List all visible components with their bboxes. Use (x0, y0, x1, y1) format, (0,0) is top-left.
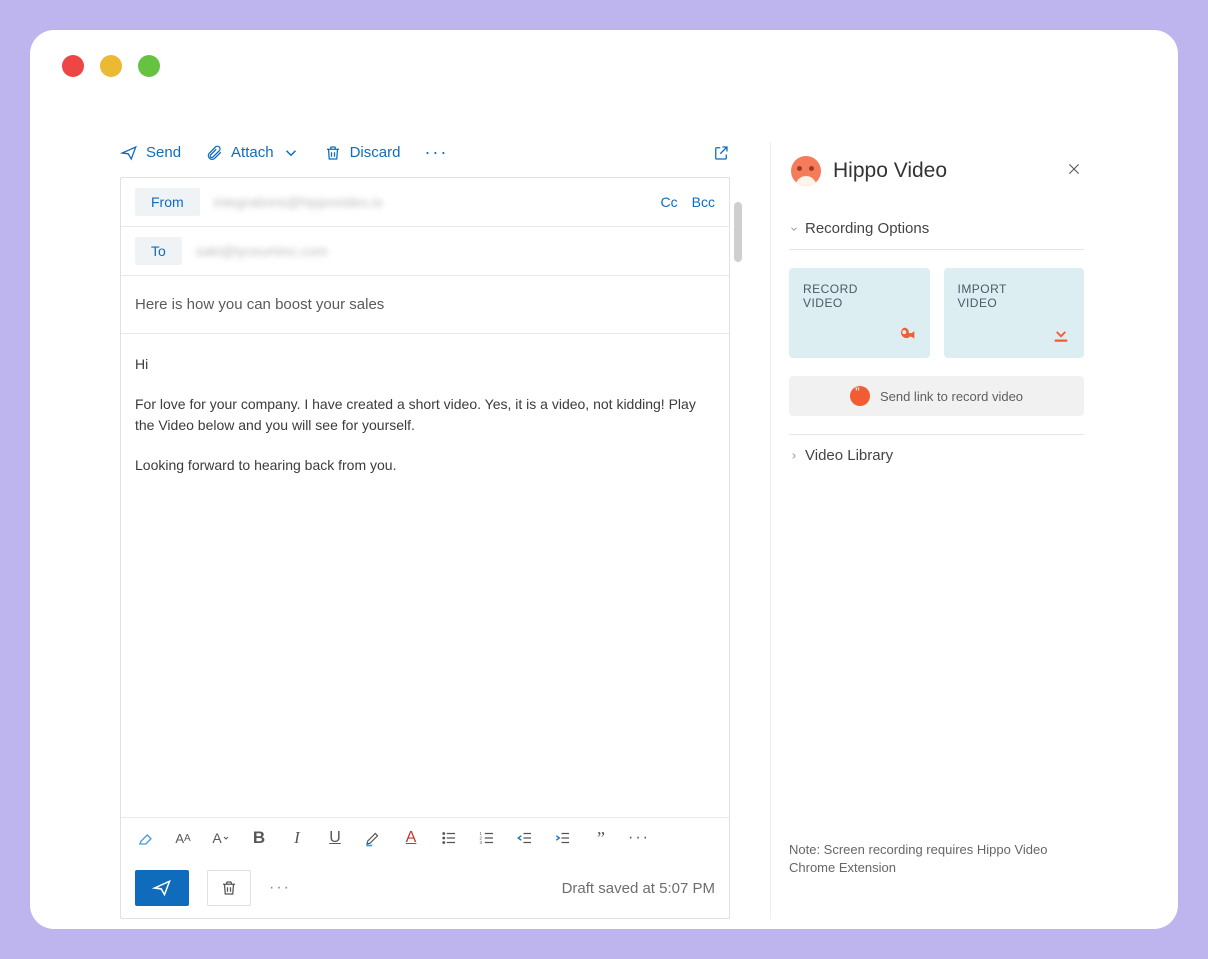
popout-icon (712, 144, 730, 162)
sidepanel-header: Hippo Video (771, 142, 1102, 212)
sidepanel-title: Hippo Video (833, 159, 947, 183)
compose-toolbar: Send Attach Discard ··· (120, 142, 730, 177)
to-chip[interactable]: To (135, 237, 182, 265)
app-window: Send Attach Discard ··· (30, 30, 1178, 929)
body-line: Looking forward to hearing back from you… (135, 455, 715, 477)
compose-footer: ··· Draft saved at 5:07 PM (121, 858, 729, 918)
from-value: integrations@hippovideo.io (214, 194, 383, 210)
body-line: Hi (135, 354, 715, 376)
attach-label: Attach (231, 144, 274, 161)
titlebar (30, 30, 1178, 102)
maximize-window-icon[interactable] (138, 55, 160, 77)
paperclip-icon (205, 144, 223, 162)
chevron-down-icon (789, 224, 799, 234)
body-editor[interactable]: Hi For love for your company. I have cre… (121, 334, 729, 817)
discard-label: Discard (350, 144, 401, 161)
recording-options-label: Recording Options (805, 220, 929, 237)
close-icon (1066, 161, 1082, 177)
close-panel-button[interactable] (1066, 161, 1082, 182)
bullet-list-icon[interactable] (439, 828, 459, 848)
import-video-l2: VIDEO (958, 296, 1071, 310)
send-link-label: Send link to record video (880, 389, 1023, 404)
number-list-icon[interactable]: 123 (477, 828, 497, 848)
recording-options-header[interactable]: Recording Options (789, 212, 1084, 250)
import-video-tile[interactable]: IMPORT VIDEO (944, 268, 1085, 358)
close-window-icon[interactable] (62, 55, 84, 77)
chat-bubble-icon (850, 386, 870, 406)
download-icon (1050, 323, 1072, 348)
font-style-icon[interactable]: A (211, 828, 231, 848)
attach-button[interactable]: Attach (205, 144, 300, 162)
send-primary-button[interactable] (135, 870, 189, 906)
format-more-icon[interactable]: ··· (629, 828, 649, 848)
send-link-button[interactable]: Send link to record video (789, 376, 1084, 416)
font-color-icon[interactable]: A (401, 828, 421, 848)
record-video-tile[interactable]: RECORD VIDEO (789, 268, 930, 358)
font-size-icon[interactable]: AA (173, 828, 193, 848)
content-area: Send Attach Discard ··· (120, 142, 1118, 919)
more-button[interactable]: ··· (424, 142, 448, 163)
video-library-label: Video Library (805, 447, 893, 464)
underline-icon[interactable]: U (325, 828, 345, 848)
recording-options-section: Recording Options RECORD VIDEO IMPORT VI… (771, 212, 1102, 476)
trash-icon (324, 144, 342, 162)
hippo-logo-icon (791, 156, 821, 186)
trash-icon (220, 879, 238, 897)
video-library-header[interactable]: Video Library (789, 434, 1084, 476)
import-video-l1: IMPORT (958, 282, 1071, 296)
highlight-icon[interactable] (363, 828, 383, 848)
hippo-video-panel: Hippo Video Recording Options RECORD VID… (770, 142, 1102, 919)
to-value[interactable]: saki@lyceuminc.com (196, 243, 328, 259)
bcc-button[interactable]: Bcc (692, 194, 715, 210)
body-line: For love for your company. I have create… (135, 394, 715, 437)
record-video-l1: RECORD (803, 282, 916, 296)
send-icon (120, 144, 138, 162)
compose-card: From integrations@hippovideo.io Cc Bcc T… (120, 177, 730, 919)
indent-icon[interactable] (553, 828, 573, 848)
quote-icon[interactable]: ” (591, 828, 611, 848)
record-video-l2: VIDEO (803, 296, 916, 310)
to-row: To saki@lyceuminc.com (121, 227, 729, 276)
from-chip[interactable]: From (135, 188, 200, 216)
scrollbar[interactable] (734, 202, 742, 262)
discard-button[interactable]: Discard (324, 144, 401, 162)
format-toolbar: AA A B I U A 123 ” ··· (121, 817, 729, 858)
send-label: Send (146, 144, 181, 161)
subject-field[interactable]: Here is how you can boost your sales (121, 276, 729, 334)
draft-status: Draft saved at 5:07 PM (562, 880, 715, 897)
compose-pane: Send Attach Discard ··· (120, 142, 730, 919)
delete-draft-button[interactable] (207, 870, 251, 906)
cc-button[interactable]: Cc (661, 194, 678, 210)
bold-icon[interactable]: B (249, 828, 269, 848)
popout-button[interactable] (712, 144, 730, 162)
clear-format-icon[interactable] (135, 828, 155, 848)
footer-more-icon[interactable]: ··· (269, 879, 291, 897)
camera-icon (896, 323, 918, 348)
minimize-window-icon[interactable] (100, 55, 122, 77)
send-button[interactable]: Send (120, 144, 181, 162)
extension-note: Note: Screen recording requires Hippo Vi… (789, 841, 1084, 877)
send-icon (152, 878, 172, 898)
svg-text:3: 3 (480, 840, 483, 845)
from-row: From integrations@hippovideo.io Cc Bcc (121, 178, 729, 227)
chevron-down-icon (282, 144, 300, 162)
outdent-icon[interactable] (515, 828, 535, 848)
italic-icon[interactable]: I (287, 828, 307, 848)
chevron-right-icon (789, 451, 799, 461)
